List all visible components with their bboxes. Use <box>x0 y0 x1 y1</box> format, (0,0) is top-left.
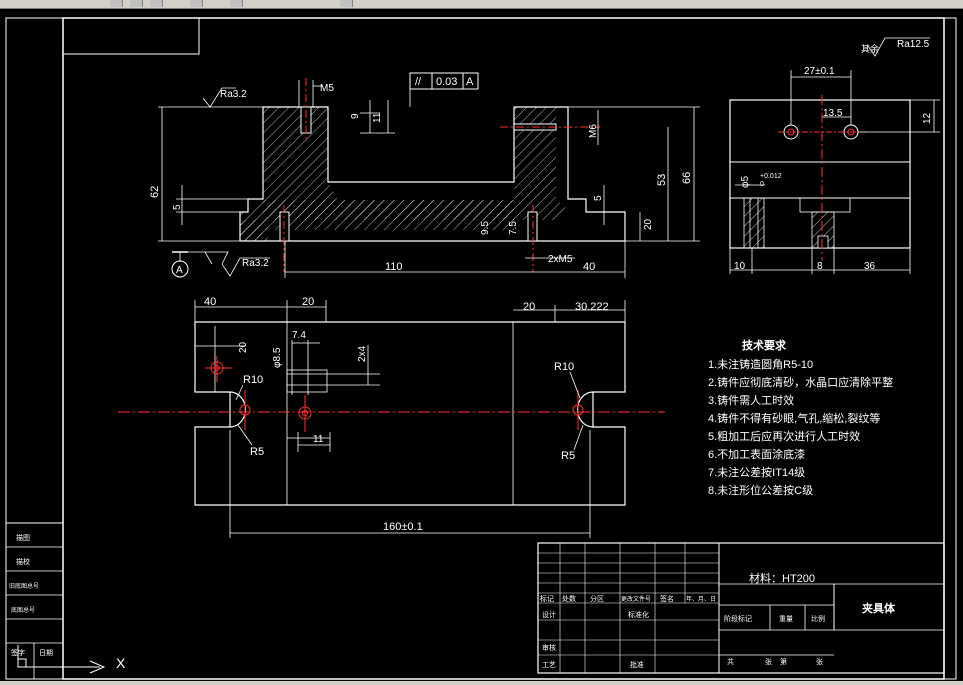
dim-11-top: 11 <box>313 434 324 445</box>
roughness-top-left: Ra3.2 <box>220 89 247 100</box>
tech-item: 4.铸件不得有砂眼,气孔,缩松,裂纹等 <box>708 411 880 425</box>
part-name: 夹具体 <box>862 601 896 615</box>
dim-phi5-tol: +0.012 <box>760 173 782 180</box>
dim-7-4: 7.4 <box>292 330 306 341</box>
dim-r10-right: R10 <box>554 361 574 373</box>
sheets-total-label: 共 <box>727 657 734 666</box>
dim-phi5: φ5 <box>740 176 751 188</box>
header-count: 处数 <box>562 594 576 603</box>
sheets-unit-label: 张 <box>765 657 772 666</box>
dim-phi5-tol-lower: 0 <box>760 181 764 188</box>
dim-2x4: 2x4 <box>357 345 368 362</box>
dim-10: 10 <box>734 261 746 272</box>
tech-requirements: 技术要求 1.未注铸造圆角R5-10 2.铸件应彻底清砂，水晶口应清除平整 3.… <box>708 338 893 497</box>
dim-110: 110 <box>385 261 403 273</box>
thread-right-label: M6 <box>588 124 599 138</box>
dim-53: 53 <box>656 174 668 186</box>
review-label: 审核 <box>542 643 556 652</box>
dim-12: 12 <box>922 112 933 124</box>
tolerance-symbol: // <box>415 76 422 88</box>
dim-66: 66 <box>681 172 693 184</box>
standard-label: 标准化 <box>628 610 649 619</box>
roughness-other-label: 其余 <box>861 43 879 54</box>
dim-5-left: 5 <box>172 204 183 210</box>
left-table-date: 日期 <box>39 649 53 657</box>
header-sign: 签名 <box>660 594 674 603</box>
dim-9: 9 <box>350 113 361 119</box>
thread-top-label: M5 <box>320 83 334 94</box>
dim-11: 11 <box>372 112 383 123</box>
tolerance-value: 0.03 <box>436 76 457 88</box>
approve-label: 批准 <box>630 660 644 669</box>
tolerance-datum: A <box>466 76 474 88</box>
material-label: 材料：HT200 <box>749 571 815 585</box>
dim-8: 8 <box>817 261 823 272</box>
dim-36: 36 <box>864 261 876 272</box>
top-view <box>118 300 665 538</box>
dim-20-top-b: 20 <box>523 301 535 313</box>
dim-160: 160±0.1 <box>383 521 423 533</box>
dim-9-5: 9.5 <box>480 221 491 235</box>
dim-30-222: 30.222 <box>575 301 609 313</box>
ucs-axis-icon <box>17 645 106 674</box>
dim-20: 20 <box>643 218 654 230</box>
front-view <box>158 72 700 278</box>
stage-label: 阶段标记 <box>724 614 752 623</box>
dim-2xm5: 2xM5 <box>548 254 573 265</box>
dim-r5-right: R5 <box>561 450 575 462</box>
dim-62: 62 <box>149 186 161 198</box>
roughness-bottom-left: Ra3.2 <box>242 258 269 269</box>
weight-label: 重量 <box>779 615 793 623</box>
left-table-old-base: 旧底图总号 <box>9 582 39 590</box>
dim-phi-8-5: φ8.5 <box>272 347 283 368</box>
dim-r5-left: R5 <box>250 446 264 458</box>
cad-drawing-canvas[interactable]: Ra3.2 Ra3.2 A M5 9 11 // 0.03 A M6 62 5 … <box>0 0 963 685</box>
tech-item: 7.未注公差按IT14级 <box>708 465 805 479</box>
dim-20-vertical: 20 <box>238 341 249 353</box>
design-label: 设计 <box>542 610 556 619</box>
header-zone: 分区 <box>590 594 604 603</box>
header-change-doc: 更改文件号 <box>621 595 651 603</box>
tech-item: 8.未注形位公差按C级 <box>708 483 813 497</box>
left-table-base: 底图总号 <box>11 606 35 614</box>
left-table-check: 描校 <box>16 557 30 566</box>
tech-item: 3.铸件需人工时效 <box>708 393 794 407</box>
tech-item: 1.未注铸造圆角R5-10 <box>708 357 813 371</box>
header-date: 年、月、日 <box>686 595 716 603</box>
sheet-unit-label: 张 <box>816 657 823 666</box>
datum-label: A <box>176 265 183 276</box>
dim-7-5: 7.5 <box>508 221 519 235</box>
craft-label: 工艺 <box>542 661 556 669</box>
roughness-other-value: Ra12.5 <box>897 39 930 50</box>
left-table-trace: 描图 <box>16 533 30 542</box>
tech-item: 5.粗加工后应再次进行人工时效 <box>708 429 860 443</box>
scale-label: 比例 <box>811 614 825 623</box>
dim-r10-left: R10 <box>243 374 263 386</box>
dim-40-top: 40 <box>204 296 216 308</box>
reverse-number-box <box>62 17 200 55</box>
dim-5-right: 5 <box>593 195 604 201</box>
sheet-number-label: 第 <box>780 657 787 666</box>
dim-20-top-a: 20 <box>302 296 314 308</box>
dim-40-front: 40 <box>583 261 595 273</box>
status-bar <box>0 681 963 685</box>
dim-13-5: 13.5 <box>823 108 843 119</box>
tech-item: 2.铸件应彻底清砂，水晶口应清除平整 <box>708 375 893 389</box>
tech-title: 技术要求 <box>742 338 787 352</box>
tech-item: 6.不加工表面涂底漆 <box>708 447 805 461</box>
dim-27: 27±0.1 <box>804 66 835 77</box>
header-mark: 标记 <box>540 594 554 603</box>
ucs-x-label: X <box>116 655 126 671</box>
side-view <box>729 37 940 274</box>
